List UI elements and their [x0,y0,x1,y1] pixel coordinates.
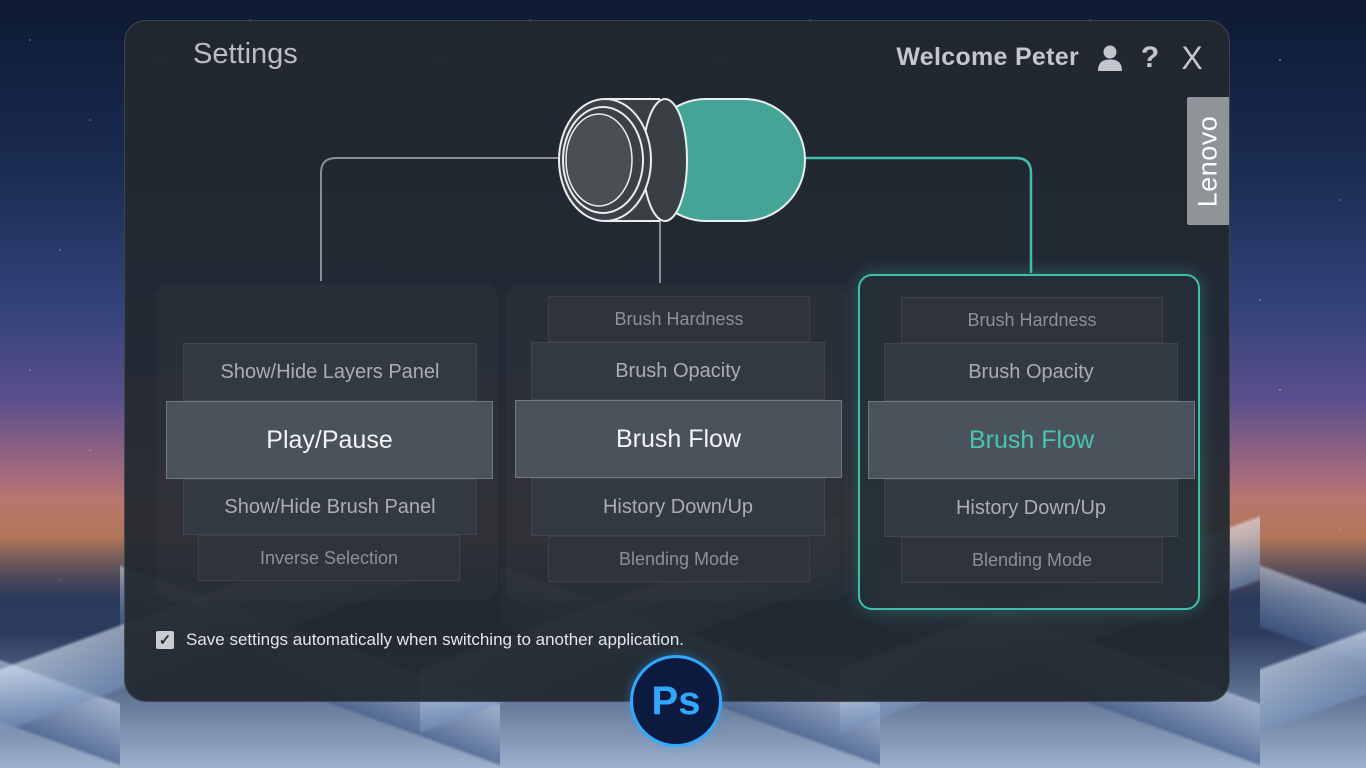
right-option-brush-hardness[interactable]: Brush Hardness [901,297,1163,343]
check-icon: ✓ [158,632,172,649]
middle-option-brush-opacity[interactable]: Brush Opacity [531,342,825,400]
welcome-text: Welcome Peter [896,43,1079,71]
right-option-brush-flow-selected[interactable]: Brush Flow [868,401,1195,479]
dial-dark-body [605,99,665,221]
left-option-inverse-selection[interactable]: Inverse Selection [198,535,460,581]
right-action-column-active: Brush Hardness Brush Opacity Brush Flow … [858,274,1200,610]
left-option-play-pause-selected[interactable]: Play/Pause [166,401,493,479]
middle-option-blending-mode[interactable]: Blending Mode [548,536,810,582]
close-icon[interactable]: X [1177,42,1207,74]
right-option-blending-mode[interactable]: Blending Mode [901,537,1163,583]
right-connector-line [805,156,1033,273]
photoshop-app-icon[interactable]: Ps [630,655,722,747]
save-settings-row: ✓ Save settings automatically when switc… [156,630,684,650]
page-title: Settings [193,38,298,70]
help-icon[interactable]: ? [1135,43,1165,73]
middle-option-history-down-up[interactable]: History Down/Up [531,478,825,536]
lenovo-logo: Lenovo [1187,97,1229,225]
dial-face [558,98,652,222]
right-option-brush-opacity[interactable]: Brush Opacity [884,343,1178,401]
user-icon[interactable] [1095,43,1125,73]
middle-option-brush-flow-selected[interactable]: Brush Flow [515,400,842,478]
lenovo-logo-text: Lenovo [1192,115,1223,207]
dial-body [644,98,806,222]
save-settings-checkbox[interactable]: ✓ [156,631,174,649]
middle-option-brush-hardness[interactable]: Brush Hardness [548,296,810,342]
left-option-show-hide-brush[interactable]: Show/Hide Brush Panel [183,479,477,535]
right-option-history-down-up[interactable]: History Down/Up [884,479,1178,537]
left-option-show-hide-layers[interactable]: Show/Hide Layers Panel [183,343,477,401]
left-connector-line [320,157,583,281]
settings-window: Settings Welcome Peter ? X Lenovo Show/H… [124,20,1230,702]
save-settings-label: Save settings automatically when switchi… [186,630,685,649]
left-action-column: Show/Hide Layers Panel Play/Pause Show/H… [156,283,498,601]
middle-action-column: Brush Hardness Brush Opacity Brush Flow … [506,283,848,601]
